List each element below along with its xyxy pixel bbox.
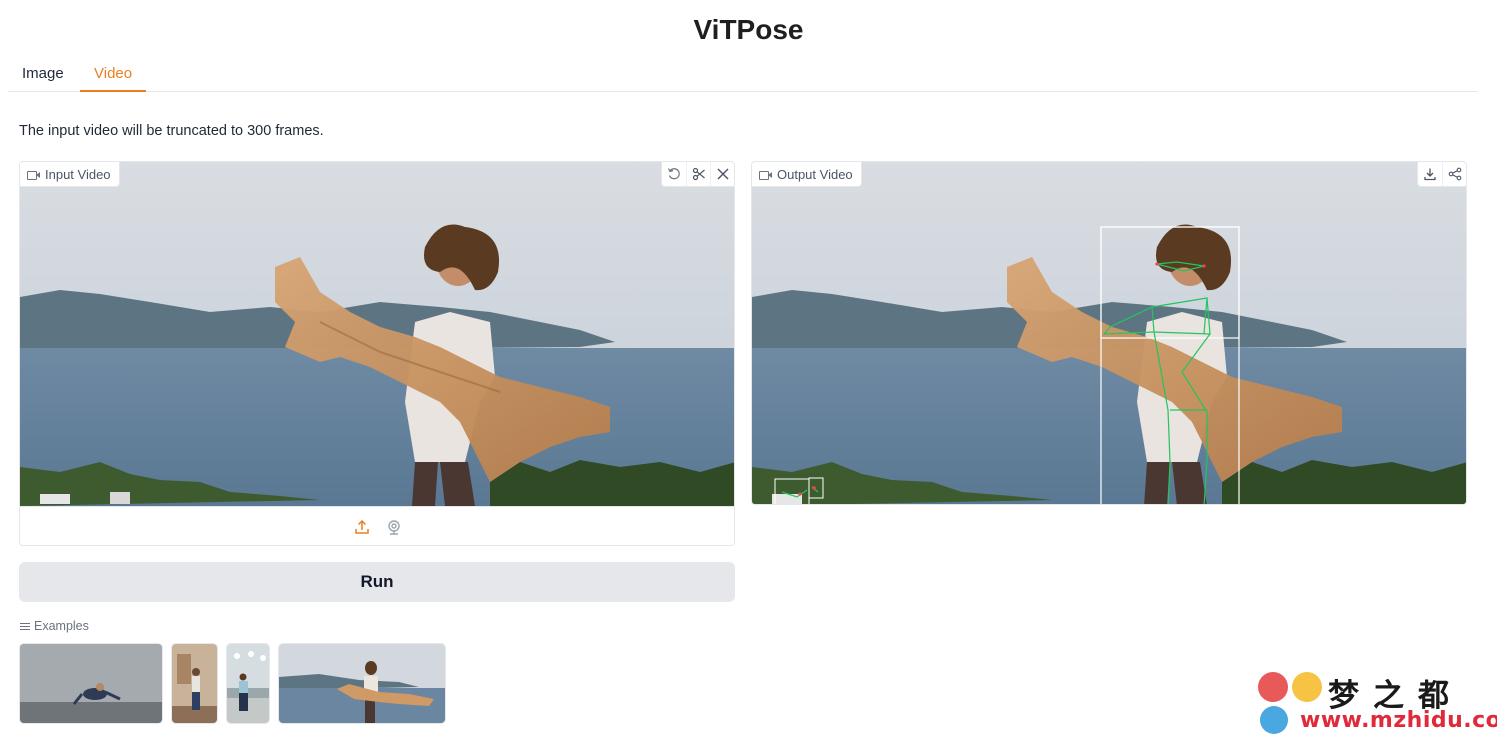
watermark-url: www.mzhidu.com xyxy=(1300,708,1497,733)
watermark: 梦之都 www.mzhidu.com xyxy=(1258,668,1497,738)
output-video-label: Output Video xyxy=(752,162,862,187)
page-title: ViTPose xyxy=(693,14,804,45)
tab-image[interactable]: Image xyxy=(8,58,78,92)
watermark-face-icon xyxy=(1258,672,1288,702)
scissors-icon[interactable] xyxy=(686,162,710,186)
output-video-panel: Output Video xyxy=(751,161,1467,505)
input-video-label-text: Input Video xyxy=(45,166,111,182)
upload-icon[interactable] xyxy=(352,517,372,537)
input-video-label: Input Video xyxy=(20,162,120,187)
watermark-face-icon xyxy=(1260,706,1288,734)
examples-header: Examples xyxy=(20,619,89,633)
example-breakdance[interactable] xyxy=(19,643,163,724)
video-camera-icon xyxy=(27,170,40,180)
input-source-row xyxy=(20,506,734,545)
tab-bar: Image Video xyxy=(8,58,1478,92)
input-video-panel: Input Video xyxy=(19,161,735,546)
output-video-frame[interactable] xyxy=(752,162,1467,505)
output-video-label-text: Output Video xyxy=(777,166,853,182)
example-dancer-room[interactable] xyxy=(171,643,218,724)
input-video-toolbar xyxy=(661,162,734,187)
run-button[interactable]: Run xyxy=(19,562,735,602)
video-camera-icon xyxy=(759,170,772,180)
input-video-frame[interactable] xyxy=(20,162,735,506)
watermark-face-icon xyxy=(1292,672,1322,702)
info-text: The input video will be truncated to 300… xyxy=(19,123,324,139)
examples-label: Examples xyxy=(34,619,89,633)
example-scarf-dancer[interactable] xyxy=(278,643,446,724)
share-icon[interactable] xyxy=(1442,162,1466,186)
download-icon[interactable] xyxy=(1418,162,1442,186)
webcam-icon[interactable] xyxy=(384,517,404,537)
undo-icon[interactable] xyxy=(662,162,686,186)
output-video-toolbar xyxy=(1417,162,1466,187)
close-icon[interactable] xyxy=(710,162,734,186)
example-dancer-hall[interactable] xyxy=(226,643,270,724)
list-icon xyxy=(20,622,30,631)
tab-video[interactable]: Video xyxy=(80,58,147,92)
